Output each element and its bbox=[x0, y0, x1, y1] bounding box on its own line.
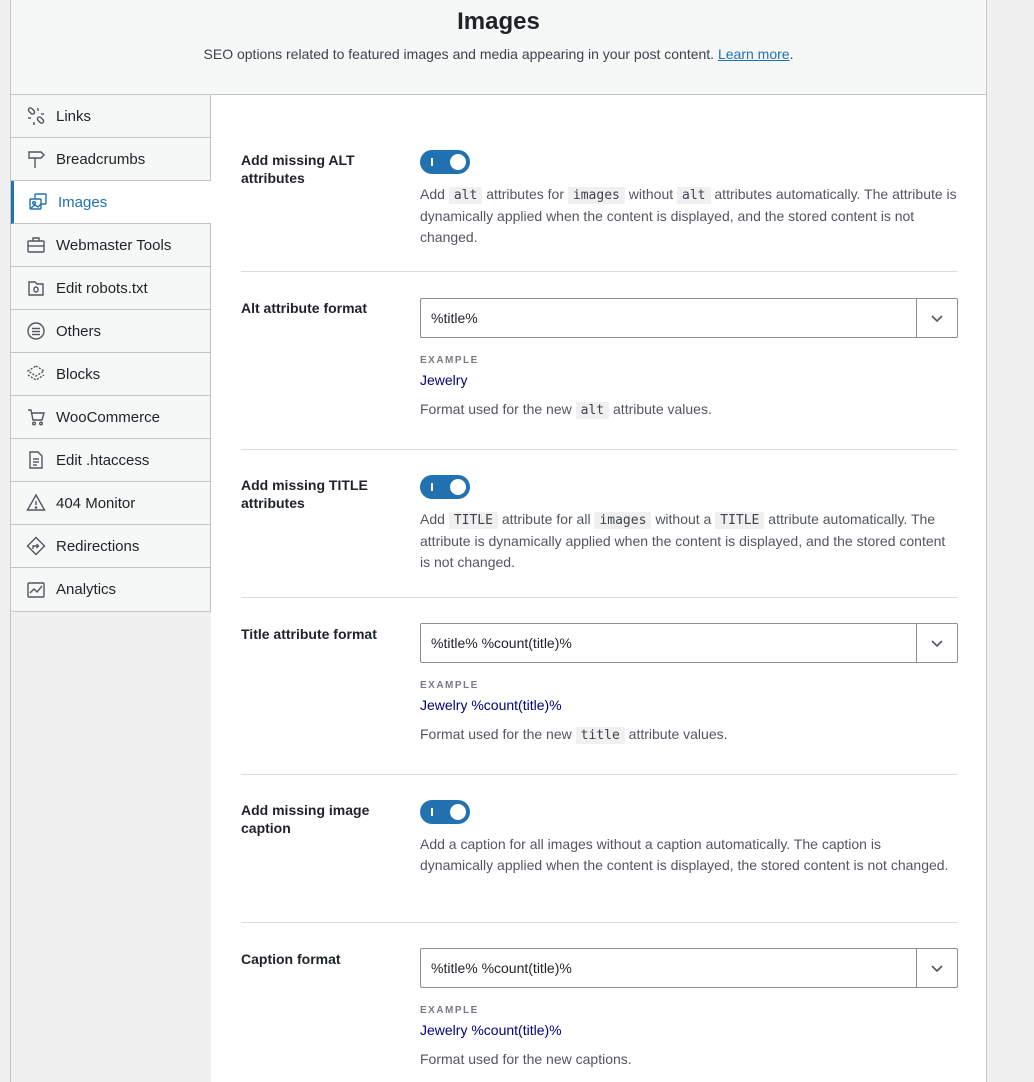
setting-field: Add TITLE attribute for all images witho… bbox=[420, 475, 957, 573]
setting-field: Add a caption for all images without a c… bbox=[420, 800, 957, 876]
setting-label: Alt attribute format bbox=[241, 300, 367, 316]
sidebar-item-webmaster-tools[interactable]: Webmaster Tools bbox=[11, 224, 210, 267]
sidebar-item-breadcrumbs[interactable]: Breadcrumbs bbox=[11, 138, 210, 181]
setting-description: Add a caption for all images without a c… bbox=[420, 836, 949, 873]
title-format-select[interactable]: %title% %count(title)% bbox=[420, 623, 958, 663]
sidebar-item-label: Breadcrumbs bbox=[56, 150, 146, 168]
setting-description: Add TITLE attribute for all images witho… bbox=[420, 511, 946, 570]
images-icon bbox=[27, 191, 49, 213]
sidebar-item-label: Webmaster Tools bbox=[56, 236, 172, 254]
sidebar-item-redirections[interactable]: Redirections bbox=[11, 525, 210, 568]
sidebar-item-label: Blocks bbox=[56, 365, 101, 383]
chevron-down-icon[interactable] bbox=[916, 949, 957, 987]
setting-field: Add alt attributes for images without al… bbox=[420, 150, 957, 248]
select-value: %title% %count(title)% bbox=[431, 960, 572, 976]
sidebar-item-label: Others bbox=[56, 322, 102, 340]
setting-description: Format used for the new alt attribute va… bbox=[420, 401, 712, 419]
image-caption-toggle[interactable] bbox=[420, 800, 470, 824]
signpost-icon bbox=[25, 148, 47, 170]
page-description: SEO options related to featured images a… bbox=[203, 46, 794, 62]
links-icon bbox=[25, 105, 47, 127]
sidebar-item-label: Analytics bbox=[56, 581, 117, 598]
cart-icon bbox=[25, 406, 47, 428]
setting-description: Add alt attributes for images without al… bbox=[420, 186, 957, 245]
sidebar-item-label: Links bbox=[56, 107, 92, 125]
example-value: Jewelry %count(title)% bbox=[420, 1022, 562, 1038]
page-header: Images SEO options related to featured i… bbox=[11, 0, 986, 95]
settings-content: Add missing ALT attributes Add alt attri… bbox=[211, 95, 986, 1082]
sidebar-item-links[interactable]: Links bbox=[11, 95, 210, 138]
robots-file-icon bbox=[25, 277, 47, 299]
page-title: Images bbox=[457, 8, 540, 35]
chevron-down-icon[interactable] bbox=[916, 299, 957, 337]
alt-format-select[interactable]: %title% bbox=[420, 298, 958, 338]
setting-row-caption-format: Caption format %title% %count(title)% EX… bbox=[241, 923, 958, 1082]
sidebar-item-404-monitor[interactable]: 404 Monitor bbox=[11, 482, 210, 525]
sidebar-item-edit-robots[interactable]: Edit robots.txt bbox=[11, 267, 210, 310]
sidebar-item-edit-htaccess[interactable]: Edit .htaccess bbox=[11, 439, 210, 482]
sidebar-item-others[interactable]: Others bbox=[11, 310, 210, 353]
example-label: EXAMPLE bbox=[420, 1005, 479, 1016]
learn-more-link[interactable]: Learn more bbox=[718, 46, 790, 62]
sidebar-item-blocks[interactable]: Blocks bbox=[11, 353, 210, 396]
htaccess-file-icon bbox=[25, 449, 47, 471]
example-value: Jewelry bbox=[420, 372, 468, 388]
blocks-icon bbox=[25, 363, 47, 385]
setting-row-title-toggle: Add missing TITLE attributes Add TITLE a… bbox=[241, 450, 957, 598]
settings-panel: Images SEO options related to featured i… bbox=[10, 0, 987, 1082]
title-attributes-toggle[interactable] bbox=[420, 475, 470, 499]
sidebar-item-images[interactable]: Images bbox=[11, 181, 212, 224]
sidebar-item-analytics[interactable]: Analytics bbox=[11, 568, 210, 611]
setting-field: %title% %count(title)% EXAMPLE Jewelry %… bbox=[420, 623, 958, 744]
alt-attributes-toggle[interactable] bbox=[420, 150, 470, 174]
warning-icon bbox=[25, 492, 47, 514]
setting-row-alt-format: Alt attribute format %title% EXAMPLE Jew… bbox=[241, 272, 958, 450]
redirect-icon bbox=[25, 535, 47, 557]
setting-row-caption-toggle: Add missing image caption Add a caption … bbox=[241, 775, 957, 923]
setting-label: Add missing ALT attributes bbox=[241, 152, 355, 186]
setting-label: Add missing image caption bbox=[241, 802, 370, 836]
toolbox-icon bbox=[25, 234, 47, 256]
setting-row-alt-toggle: Add missing ALT attributes Add alt attri… bbox=[241, 95, 957, 272]
setting-label: Add missing TITLE attributes bbox=[241, 477, 368, 511]
setting-label: Title attribute format bbox=[241, 626, 377, 642]
sidebar-item-label: Edit robots.txt bbox=[56, 279, 148, 297]
example-label: EXAMPLE bbox=[420, 355, 479, 366]
sidebar-item-label: Edit .htaccess bbox=[56, 451, 150, 469]
sidebar-item-label: 404 Monitor bbox=[56, 494, 136, 512]
select-value: %title% %count(title)% bbox=[431, 635, 572, 651]
sidebar-item-label: Images bbox=[58, 193, 108, 211]
settings-sidebar: Links Breadcrumbs Images Webmaster Tools… bbox=[11, 95, 212, 612]
example-label: EXAMPLE bbox=[420, 680, 479, 691]
setting-description: Format used for the new captions. bbox=[420, 1051, 632, 1067]
example-value: Jewelry %count(title)% bbox=[420, 697, 562, 713]
select-value: %title% bbox=[431, 310, 478, 326]
setting-row-title-format: Title attribute format %title% %count(ti… bbox=[241, 598, 958, 775]
sidebar-item-woocommerce[interactable]: WooCommerce bbox=[11, 396, 210, 439]
chevron-down-icon[interactable] bbox=[916, 624, 957, 662]
analytics-icon bbox=[25, 579, 47, 601]
setting-description: Format used for the new title attribute … bbox=[420, 726, 728, 744]
sidebar-item-label: WooCommerce bbox=[56, 408, 160, 426]
setting-field: %title% %count(title)% EXAMPLE Jewelry %… bbox=[420, 948, 958, 1067]
caption-format-select[interactable]: %title% %count(title)% bbox=[420, 948, 958, 988]
setting-label: Caption format bbox=[241, 951, 341, 967]
list-circle-icon bbox=[25, 320, 47, 342]
sidebar-item-label: Redirections bbox=[56, 537, 140, 555]
setting-field: %title% EXAMPLE Jewelry Format used for … bbox=[420, 298, 958, 419]
